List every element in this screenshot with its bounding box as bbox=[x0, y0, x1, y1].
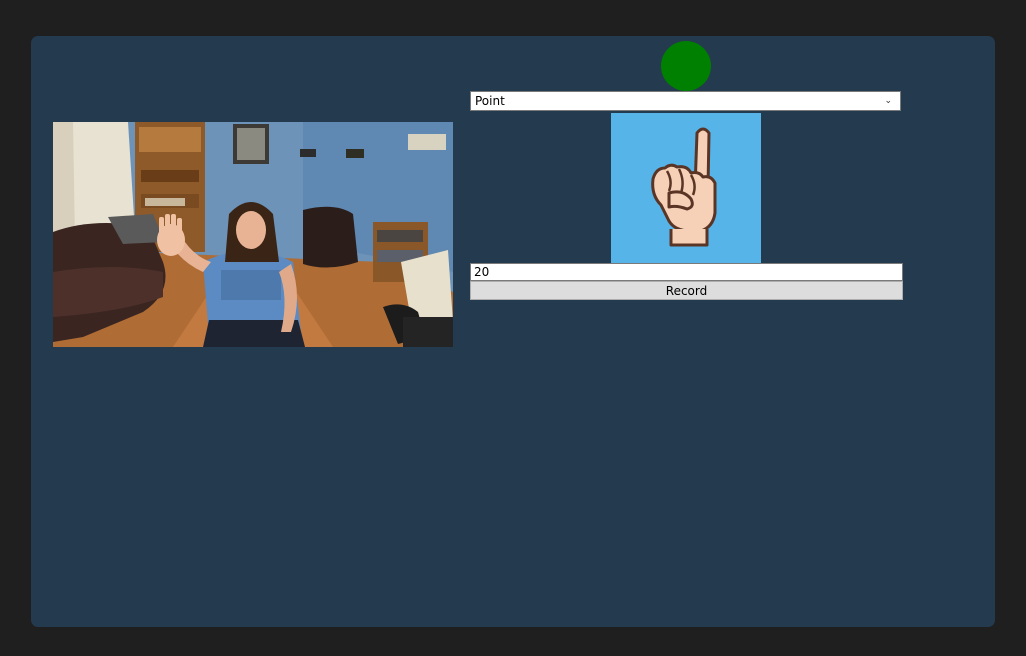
chevron-down-icon: ⌄ bbox=[884, 96, 892, 106]
app-window: Point ⌄ Record bbox=[31, 36, 995, 627]
sample-count-input[interactable] bbox=[470, 263, 903, 281]
gesture-preview-image bbox=[611, 113, 761, 263]
pointing-finger-hand-icon bbox=[651, 127, 717, 247]
gesture-dropdown-value: Point bbox=[475, 94, 505, 108]
record-button[interactable]: Record bbox=[470, 281, 903, 300]
gesture-dropdown[interactable]: Point ⌄ bbox=[470, 91, 901, 111]
webcam-feed bbox=[53, 122, 453, 347]
status-indicator bbox=[661, 41, 711, 91]
